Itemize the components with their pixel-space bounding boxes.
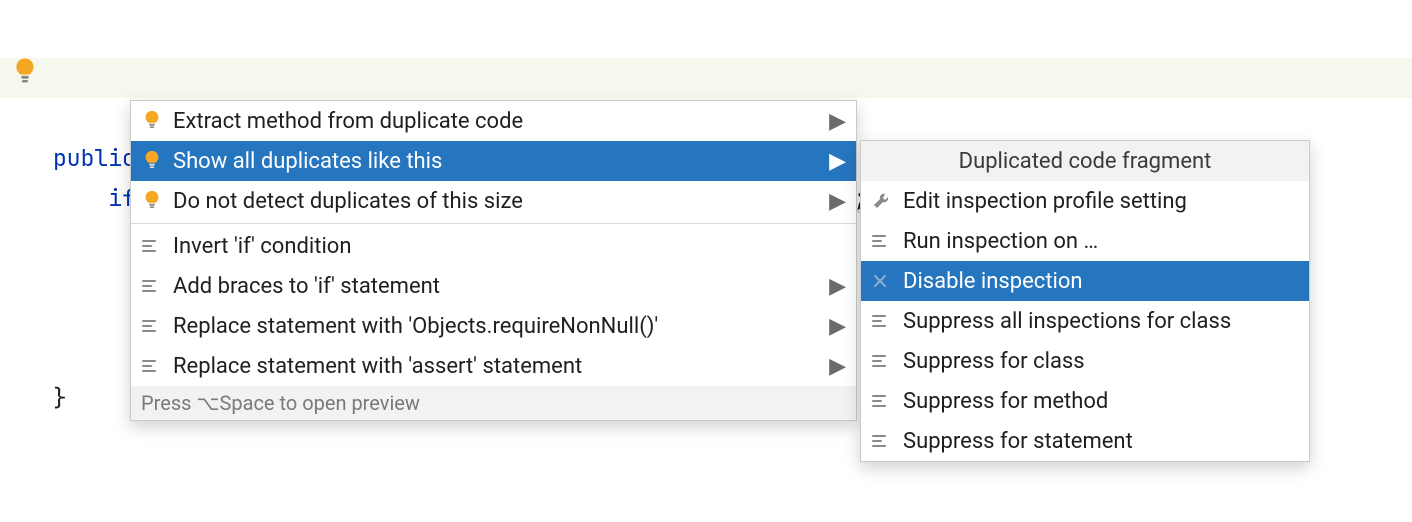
- bulb-icon: [141, 189, 173, 213]
- menu-item-edit-inspection-profile[interactable]: Edit inspection profile setting: [861, 181, 1309, 221]
- menu-item-label: Suppress all inspections for class: [903, 309, 1299, 334]
- menu-item-disable-inspection[interactable]: Disable inspection: [861, 261, 1309, 301]
- bulb-icon: [141, 149, 173, 173]
- submenu-arrow-icon: ▶: [826, 354, 846, 379]
- menu-item-replace-requirenonnull[interactable]: Replace statement with 'Objects.requireN…: [131, 306, 856, 346]
- fix-icon: [141, 277, 173, 295]
- fix-icon: [871, 232, 903, 250]
- menu-item-label: Suppress for method: [903, 389, 1299, 414]
- menu-item-suppress-class[interactable]: Suppress for class: [861, 341, 1309, 381]
- intention-bulb-gutter[interactable]: [10, 56, 40, 88]
- submenu-header: Duplicated code fragment: [861, 141, 1309, 181]
- menu-item-label: Replace statement with 'Objects.requireN…: [173, 314, 826, 339]
- keyword-public: public: [53, 143, 136, 173]
- menu-separator: [131, 223, 856, 224]
- menu-item-label: Suppress for class: [903, 349, 1299, 374]
- fix-icon: [871, 392, 903, 410]
- menu-item-label: Suppress for statement: [903, 429, 1299, 454]
- menu-footer-hint: Press ⌥Space to open preview: [131, 386, 856, 420]
- menu-item-label: Extract method from duplicate code: [173, 109, 826, 134]
- fix-icon: [871, 312, 903, 330]
- fix-icon: [141, 357, 173, 375]
- menu-item-do-not-detect[interactable]: Do not detect duplicates of this size ▶: [131, 181, 856, 221]
- menu-item-run-inspection[interactable]: Run inspection on …: [861, 221, 1309, 261]
- indent: [53, 183, 108, 213]
- close-brace: }: [53, 383, 67, 413]
- intention-menu: Extract method from duplicate code ▶ Sho…: [130, 100, 857, 421]
- x-icon: [871, 272, 903, 290]
- menu-item-suppress-method[interactable]: Suppress for method: [861, 381, 1309, 421]
- menu-item-label: Invert 'if' condition: [173, 234, 846, 259]
- fix-icon: [871, 352, 903, 370]
- menu-item-label: Edit inspection profile setting: [903, 189, 1299, 214]
- menu-item-invert-if[interactable]: Invert 'if' condition: [131, 226, 856, 266]
- menu-item-add-braces[interactable]: Add braces to 'if' statement ▶: [131, 266, 856, 306]
- menu-item-label: Replace statement with 'assert' statemen…: [173, 354, 826, 379]
- submenu-arrow-icon: ▶: [826, 274, 846, 299]
- fix-icon: [141, 237, 173, 255]
- intention-submenu: Duplicated code fragment Edit inspection…: [860, 140, 1310, 462]
- menu-item-label: Show all duplicates like this: [173, 149, 826, 174]
- menu-item-suppress-class-all[interactable]: Suppress all inspections for class: [861, 301, 1309, 341]
- submenu-arrow-icon: ▶: [826, 314, 846, 339]
- code-line-highlight: [0, 58, 1412, 98]
- menu-item-label: Disable inspection: [903, 269, 1299, 294]
- submenu-arrow-icon: ▶: [826, 149, 846, 174]
- submenu-arrow-icon: ▶: [826, 109, 846, 134]
- fix-icon: [871, 432, 903, 450]
- submenu-arrow-icon: ▶: [826, 189, 846, 214]
- menu-item-replace-assert[interactable]: Replace statement with 'assert' statemen…: [131, 346, 856, 386]
- wrench-icon: [871, 191, 903, 211]
- fix-icon: [141, 317, 173, 335]
- menu-item-extract-method[interactable]: Extract method from duplicate code ▶: [131, 101, 856, 141]
- menu-item-show-all-duplicates[interactable]: Show all duplicates like this ▶: [131, 141, 856, 181]
- bulb-icon: [141, 109, 173, 133]
- menu-item-label: Run inspection on …: [903, 229, 1299, 254]
- menu-item-label: Do not detect duplicates of this size: [173, 189, 826, 214]
- menu-item-label: Add braces to 'if' statement: [173, 274, 826, 299]
- menu-item-suppress-statement[interactable]: Suppress for statement: [861, 421, 1309, 461]
